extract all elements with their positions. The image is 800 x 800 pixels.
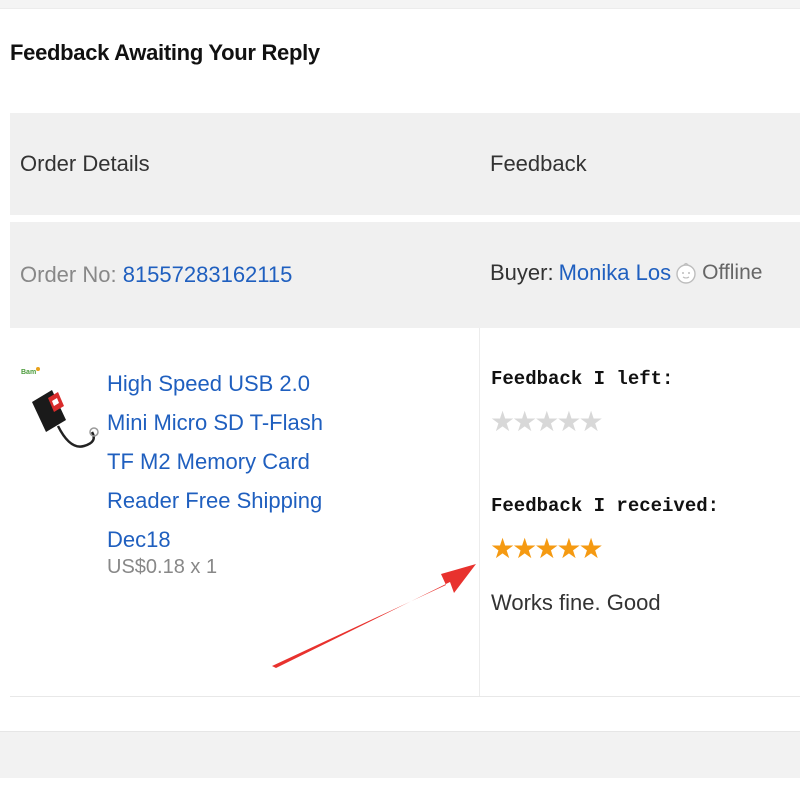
feedback-left-stars: ★★★★★ bbox=[490, 406, 604, 437]
order-number-label: Order No: bbox=[20, 262, 123, 287]
product-price: US$0.18 x 1 bbox=[107, 556, 218, 578]
column-divider bbox=[479, 328, 480, 696]
buyer-name-link[interactable]: Monika Los bbox=[559, 260, 672, 286]
column-header-feedback: Feedback bbox=[490, 151, 587, 176]
bottom-bar bbox=[0, 731, 800, 778]
feedback-received-label: Feedback I received: bbox=[491, 495, 720, 517]
feedback-received-star-icon: ★ bbox=[578, 533, 603, 564]
order-info-row: Order No: 81557283162115 Buyer: Monika L… bbox=[10, 222, 800, 328]
column-header-order-details: Order Details bbox=[20, 151, 150, 176]
feedback-received-star-icon: ★ bbox=[556, 533, 581, 564]
buyer-info: Buyer: Monika Los Offline bbox=[490, 260, 762, 286]
buyer-label: Buyer: bbox=[490, 260, 554, 285]
usb-card-reader-image[interactable]: Bam bbox=[18, 360, 108, 490]
order-number: Order No: 81557283162115 bbox=[20, 262, 292, 288]
feedback-received-star-icon: ★ bbox=[512, 533, 537, 564]
table-header-row: Order Details Feedback bbox=[10, 113, 800, 215]
feedback-left-star-icon: ★ bbox=[578, 406, 603, 437]
feedback-left-star-icon: ★ bbox=[490, 406, 515, 437]
feedback-received-stars: ★★★★★ bbox=[490, 533, 604, 564]
buyer-status: Offline bbox=[702, 261, 763, 284]
feedback-received-star-icon: ★ bbox=[534, 533, 559, 564]
product-title-link[interactable]: High Speed USB 2.0 Mini Micro SD T-Flash… bbox=[107, 364, 347, 559]
feedback-left-label: Feedback I left: bbox=[491, 368, 674, 390]
feedback-left-star-icon: ★ bbox=[512, 406, 537, 437]
top-divider bbox=[0, 0, 800, 9]
svg-text:Bam: Bam bbox=[21, 369, 36, 376]
section-title: Feedback Awaiting Your Reply bbox=[10, 40, 320, 65]
feedback-left-star-icon: ★ bbox=[534, 406, 559, 437]
order-detail-row: Bam High Speed USB 2.0 Mini Micro SD T-F… bbox=[10, 328, 800, 697]
chat-face-icon[interactable] bbox=[675, 262, 697, 284]
feedback-received-comment: Works fine. Good bbox=[491, 590, 661, 615]
feedback-received-star-icon: ★ bbox=[490, 533, 515, 564]
feedback-left-star-icon: ★ bbox=[556, 406, 581, 437]
order-number-link[interactable]: 81557283162115 bbox=[123, 262, 293, 287]
page: Feedback Awaiting Your Reply Order Detai… bbox=[0, 0, 800, 800]
